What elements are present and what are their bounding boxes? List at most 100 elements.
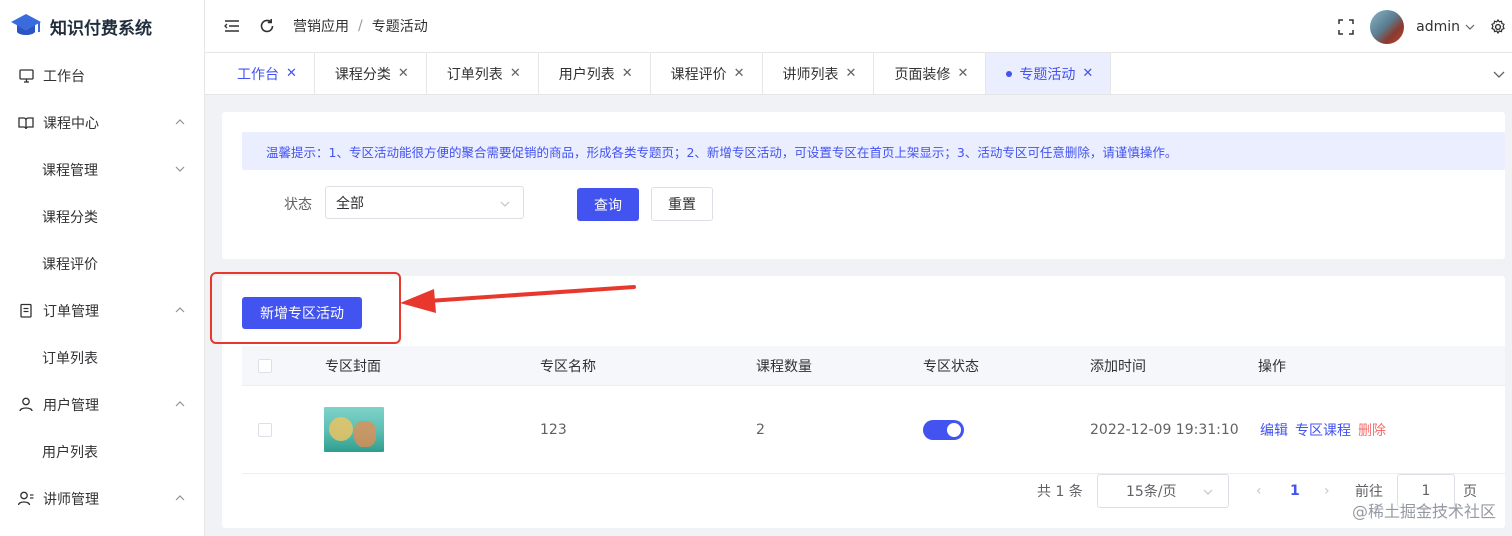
tab-user-list[interactable]: 用户列表 ✕ <box>539 53 651 94</box>
cover-cell <box>324 386 384 473</box>
header-actions: admin <box>1338 0 1512 53</box>
status-label: 状态 <box>284 197 312 213</box>
book-icon <box>18 115 34 131</box>
page-size-value: 15条/页 <box>1126 484 1177 500</box>
sidebar-item-course-center[interactable]: 课程中心 <box>0 99 204 146</box>
tab-label: 订单列表 <box>446 66 503 83</box>
column-header-name: 专区名称 <box>540 358 596 375</box>
zone-status-toggle[interactable] <box>923 419 964 440</box>
next-page-button[interactable]: › <box>1324 474 1330 508</box>
close-icon[interactable]: ✕ <box>734 66 745 81</box>
chevron-down-icon[interactable] <box>1464 21 1476 33</box>
close-icon[interactable]: ✕ <box>398 66 409 81</box>
sidebar-item-user-list[interactable]: 用户列表 <box>0 428 204 475</box>
added-time: 2022-12-09 19:31:10 <box>1090 421 1239 438</box>
user-icon <box>18 397 34 413</box>
sidebar-item-course-category[interactable]: 课程分类 <box>0 193 204 240</box>
sidebar-item-course-review[interactable]: 课程评价 <box>0 240 204 287</box>
tabs-more-chevron-icon[interactable] <box>1492 67 1506 81</box>
sidebar: 知识付费系统 工作台 课程中心 课程管理 课程分类 课程评价 订单管理 订单列表 <box>0 0 205 536</box>
select-all-checkbox[interactable] <box>258 358 272 373</box>
tab-workbench[interactable]: 工作台 ✕ <box>205 53 315 94</box>
chevron-down-icon <box>500 201 510 207</box>
column-header-ops: 操作 <box>1258 358 1286 375</box>
column-header-count: 课程数量 <box>756 358 812 375</box>
sidebar-item-workbench[interactable]: 工作台 <box>0 52 204 99</box>
status-select-value: 全部 <box>336 195 364 212</box>
tab-label: 工作台 <box>237 66 279 83</box>
tab-label: 课程评价 <box>670 66 727 83</box>
sidebar-item-course-manage[interactable]: 课程管理 <box>0 146 204 193</box>
chevron-down-icon <box>1203 489 1213 495</box>
row-checkbox[interactable] <box>258 422 272 437</box>
monitor-icon <box>18 68 34 84</box>
tab-label: 课程分类 <box>334 66 391 83</box>
reset-button[interactable]: 重置 <box>651 187 713 221</box>
edit-link[interactable]: 编辑 <box>1260 420 1288 440</box>
close-icon[interactable]: ✕ <box>957 66 968 81</box>
sidebar-item-teacher-manage[interactable]: 讲师管理 <box>0 475 204 522</box>
page-number-current[interactable]: 1 <box>1290 474 1300 508</box>
tab-label: 用户列表 <box>558 66 615 83</box>
chevron-up-icon <box>175 401 185 407</box>
refresh-icon[interactable] <box>259 18 275 34</box>
column-header-cover: 专区封面 <box>325 358 381 375</box>
active-dot-icon <box>1006 70 1013 77</box>
zone-courses-link[interactable]: 专区课程 <box>1295 420 1351 440</box>
sidebar-item-label: 课程分类 <box>42 209 98 226</box>
app-logo[interactable]: 知识付费系统 <box>0 0 204 52</box>
tab-label: 讲师列表 <box>782 66 839 83</box>
filter-card: 温馨提示：1、专区活动能很方便的聚合需要促销的商品，形成各类专题页；2、新增专区… <box>222 112 1505 259</box>
breadcrumb-item-marketing[interactable]: 营销应用 <box>293 16 349 36</box>
tab-bar: 工作台 ✕ 课程分类 ✕ 订单列表 ✕ 用户列表 ✕ 课程评价 ✕ 讲师列表 ✕… <box>205 53 1512 95</box>
app-title: 知识付费系统 <box>50 18 152 39</box>
gear-icon[interactable] <box>1490 18 1506 35</box>
column-header-status: 专区状态 <box>923 358 979 375</box>
zone-name: 123 <box>540 421 567 438</box>
close-icon[interactable]: ✕ <box>286 66 297 81</box>
tab-teacher-list[interactable]: 讲师列表 ✕ <box>763 53 875 94</box>
sidebar-item-label: 用户列表 <box>42 444 98 461</box>
clipboard-icon <box>18 303 34 319</box>
status-select[interactable]: 全部 <box>325 186 524 219</box>
close-icon[interactable]: ✕ <box>510 66 521 81</box>
sidebar-item-label: 订单管理 <box>43 303 99 320</box>
sidebar-item-order-list[interactable]: 订单列表 <box>0 334 204 381</box>
status-cell <box>923 386 964 473</box>
tab-course-review[interactable]: 课程评价 ✕ <box>651 53 763 94</box>
fullscreen-icon[interactable] <box>1338 18 1354 35</box>
tab-page-decoration[interactable]: 页面装修 ✕ <box>874 53 987 94</box>
delete-link[interactable]: 删除 <box>1358 420 1386 440</box>
page-size-select[interactable]: 15条/页 <box>1097 474 1229 508</box>
close-icon[interactable]: ✕ <box>846 66 857 81</box>
tab-special-activity[interactable]: 专题活动 ✕ <box>986 53 1112 94</box>
table-header: 专区封面 专区名称 课程数量 专区状态 添加时间 操作 <box>242 346 1505 386</box>
graduation-cap-icon <box>11 14 41 35</box>
highlight-box <box>210 272 401 344</box>
breadcrumb-separator: / <box>358 18 363 34</box>
close-icon[interactable]: ✕ <box>1082 66 1093 81</box>
tip-alert: 温馨提示：1、专区活动能很方便的聚合需要促销的商品，形成各类专题页；2、新增专区… <box>242 132 1505 170</box>
top-header: 营销应用 / 专题活动 admin <box>205 0 1512 53</box>
table-row: 123 2 2022-12-09 19:31:10 编辑 专区课程 删除 <box>242 386 1505 474</box>
close-icon[interactable]: ✕ <box>622 66 633 81</box>
sidebar-item-order-manage[interactable]: 订单管理 <box>0 287 204 334</box>
column-header-added: 添加时间 <box>1090 358 1146 375</box>
chevron-up-icon <box>175 119 185 125</box>
chevron-up-icon <box>175 307 185 313</box>
sidebar-item-label: 工作台 <box>43 68 85 85</box>
course-count: 2 <box>756 421 765 438</box>
avatar[interactable] <box>1370 9 1405 44</box>
username[interactable]: admin <box>1416 19 1460 35</box>
annotation-arrow <box>400 285 636 313</box>
prev-page-button[interactable]: ‹ <box>1256 474 1262 508</box>
menu-collapse-icon[interactable] <box>224 19 240 33</box>
breadcrumb: 营销应用 / 专题活动 <box>293 16 428 36</box>
select-all-cell <box>258 346 272 385</box>
tab-label: 专题活动 <box>1019 66 1076 83</box>
tab-order-list[interactable]: 订单列表 ✕ <box>427 53 539 94</box>
search-button[interactable]: 查询 <box>577 188 639 221</box>
tab-course-category[interactable]: 课程分类 ✕ <box>315 53 427 94</box>
sidebar-item-label: 课程管理 <box>42 162 98 179</box>
sidebar-item-user-manage[interactable]: 用户管理 <box>0 381 204 428</box>
